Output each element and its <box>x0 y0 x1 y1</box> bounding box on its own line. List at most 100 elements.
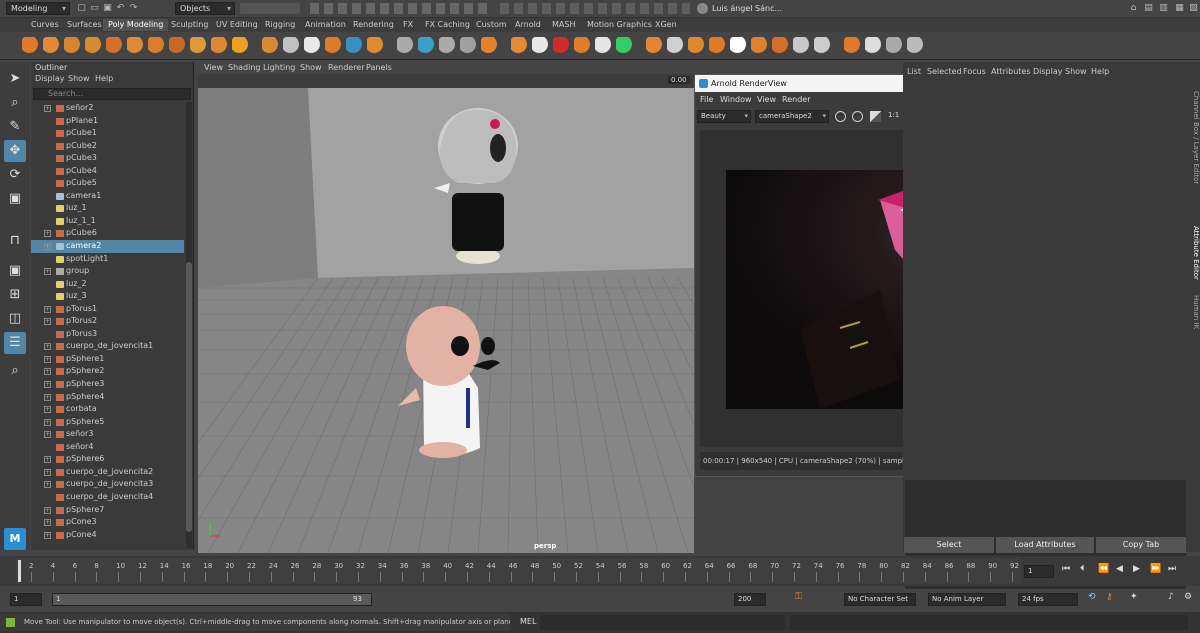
viewport-menu-shading[interactable]: Shading <box>228 63 261 72</box>
open-folder-icon[interactable]: ▭ <box>89 3 100 14</box>
shelf-tool-icon[interactable] <box>814 37 832 55</box>
outliner-item[interactable]: pTorus3 <box>31 328 184 341</box>
ratio-button[interactable]: 1:1 <box>888 111 899 119</box>
shelf-tool-icon[interactable] <box>709 37 727 55</box>
expand-icon[interactable]: + <box>44 105 51 112</box>
channel-icon[interactable] <box>852 111 863 122</box>
scroll-thumb[interactable] <box>186 262 192 532</box>
step-back-icon[interactable]: ⏴ <box>1080 564 1085 574</box>
viewport-menu-renderer[interactable]: Renderer <box>328 63 365 72</box>
shelf-tool-icon[interactable] <box>346 37 364 55</box>
fps-dropdown[interactable]: 24 fps <box>1018 593 1078 606</box>
prev-key-icon[interactable]: ⏪ <box>1098 564 1109 574</box>
expand-icon[interactable]: + <box>44 418 51 426</box>
time-slider[interactable]: 2 4 6 8 10 12 14 16 18 20 22 24 26 28 30 32 34 36 38 40 42 44… <box>0 556 1200 586</box>
snap-icon[interactable]: ⊓ <box>4 230 26 252</box>
outliner-item[interactable]: pCube2 <box>31 140 184 153</box>
shelf-tab-rigging[interactable]: Rigging <box>260 19 300 31</box>
expand-icon[interactable]: + <box>44 368 51 376</box>
shelf-tool-icon[interactable] <box>283 37 301 55</box>
shelf-tab-custom[interactable]: Custom <box>471 19 512 31</box>
outliner-item[interactable]: + pTorus2 <box>31 315 184 328</box>
go-to-start-icon[interactable]: ⏮ <box>1062 564 1070 574</box>
auto-key-icon[interactable]: ⚿ <box>795 592 802 602</box>
expand-icon[interactable]: + <box>44 506 51 514</box>
script-language-button[interactable]: MEL <box>520 617 536 626</box>
shelf-tab-rendering[interactable]: Rendering <box>348 19 399 31</box>
outliner-item[interactable]: + pCube6 <box>31 227 184 240</box>
save-icon[interactable]: ▣ <box>102 3 113 14</box>
user-account[interactable]: Luis ángel Sánc... <box>712 4 782 13</box>
key-icon[interactable]: ⚷ <box>1106 592 1113 602</box>
camera-dropdown[interactable]: cameraShape2 <box>755 110 829 123</box>
shelf-tool-icon[interactable] <box>106 37 124 55</box>
shelf-tab-animation[interactable]: Animation <box>300 19 351 31</box>
shelf-tool-icon[interactable] <box>511 37 529 55</box>
expand-icon[interactable]: + <box>44 243 51 251</box>
range-bar[interactable]: 1 93 <box>52 593 372 606</box>
sidebar-toggle-icon[interactable]: ▦ <box>1174 3 1185 14</box>
layout-four-icon[interactable]: ⊞ <box>4 284 26 306</box>
expand-icon[interactable]: + <box>44 468 51 476</box>
outliner-item[interactable]: + cuerpo_de_jovencita1 <box>31 340 184 353</box>
shelf-tool-icon[interactable] <box>262 37 280 55</box>
shelf-tool-icon[interactable] <box>595 37 613 55</box>
shelf-tab-fx[interactable]: FX <box>398 19 418 31</box>
expand-icon[interactable]: + <box>44 431 51 439</box>
shelf-tool-icon[interactable] <box>397 37 415 55</box>
expand-icon[interactable]: + <box>44 531 51 539</box>
copy-tab-button[interactable]: Copy Tab <box>1096 537 1186 553</box>
shelf-tool-icon[interactable] <box>439 37 457 55</box>
shelf-tool-icon[interactable] <box>64 37 82 55</box>
attr-menu-help[interactable]: Help <box>1091 67 1109 76</box>
snap-tools-icons[interactable] <box>310 3 490 14</box>
timeline-track[interactable]: 2 4 6 8 10 12 14 16 18 20 22 24 26 28 30 32 34 36 38 40 42 44… <box>16 558 1021 584</box>
outliner-search-input[interactable]: Search... <box>33 88 191 100</box>
shelf-tool-icon[interactable] <box>43 37 61 55</box>
attr-menu-display[interactable]: Display <box>1033 67 1063 76</box>
renderview-menu-window[interactable]: Window <box>720 95 752 104</box>
shelf-tool-icon[interactable] <box>211 37 229 55</box>
outliner-item[interactable]: + cuerpo_de_jovencita3 <box>31 478 184 491</box>
shelf-tool-icon[interactable] <box>730 37 748 55</box>
command-input[interactable] <box>540 615 785 630</box>
character-set-dropdown[interactable]: No Character Set <box>844 593 916 606</box>
menuset-dropdown[interactable]: Modeling <box>6 2 70 15</box>
shelf-tool-icon[interactable] <box>907 37 925 55</box>
crop-region-icon[interactable] <box>835 111 846 122</box>
expand-icon[interactable]: + <box>44 381 51 389</box>
outliner-item[interactable]: + señor3 <box>31 428 184 441</box>
outliner-menu-help[interactable]: Help <box>95 74 113 83</box>
perspective-viewport[interactable]: persp <box>198 88 694 553</box>
shelf-tool-icon[interactable] <box>85 37 103 55</box>
shelf-tool-icon[interactable] <box>304 37 322 55</box>
play-back-icon[interactable]: ◀ <box>1116 564 1123 574</box>
shelf-tool-icon[interactable] <box>190 37 208 55</box>
lasso-icon[interactable]: ⌕ <box>4 92 26 114</box>
shelf-tool-icon[interactable] <box>865 37 883 55</box>
expand-icon[interactable]: + <box>44 355 51 363</box>
shelf-tab-curves[interactable]: Curves <box>26 19 64 31</box>
shelf-tool-icon[interactable] <box>232 37 250 55</box>
layout-two-icon[interactable]: ◫ <box>4 308 26 330</box>
shelf-tool-icon[interactable] <box>688 37 706 55</box>
expand-icon[interactable]: + <box>44 456 51 464</box>
outliner-menu-display[interactable]: Display <box>35 74 65 83</box>
shelf-tab-xgen[interactable]: XGen <box>650 19 682 31</box>
new-file-icon[interactable]: ▢ <box>76 3 87 14</box>
shelf-tab-motion-graphics[interactable]: Motion Graphics <box>582 19 657 31</box>
expand-icon[interactable]: + <box>44 343 51 351</box>
outliner-item[interactable]: luz_3 <box>31 290 184 303</box>
next-key-icon[interactable]: ⏩ <box>1150 564 1161 574</box>
shelf-tab-mash[interactable]: MASH <box>547 19 580 31</box>
layout-single-icon[interactable]: ▣ <box>4 260 26 282</box>
outliner-item[interactable]: + pSphere2 <box>31 365 184 378</box>
outliner-item[interactable]: spotLight1 <box>31 253 184 266</box>
viewport-menu-lighting[interactable]: Lighting <box>263 63 295 72</box>
chat-icon[interactable]: ▤ <box>1143 3 1154 14</box>
shelf-tool-icon[interactable] <box>772 37 790 55</box>
outliner-item[interactable]: luz_1 <box>31 202 184 215</box>
shelf-tab-poly-modeling[interactable]: Poly Modeling <box>103 19 169 31</box>
outliner-item[interactable]: + corbata <box>31 403 184 416</box>
outliner-item[interactable]: + group <box>31 265 184 278</box>
